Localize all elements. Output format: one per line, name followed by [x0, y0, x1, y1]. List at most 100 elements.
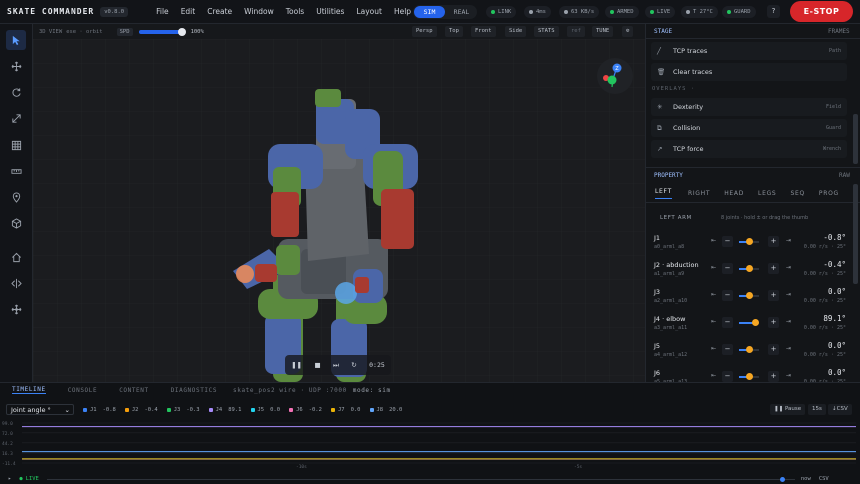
axis-gizmo[interactable]: Z	[597, 58, 633, 94]
stats-button[interactable]: STATS	[534, 26, 559, 37]
step-back-icon[interactable]: ⇤	[711, 291, 716, 298]
tab-property[interactable]: PROPERTY	[654, 172, 683, 179]
scale-tool-button[interactable]	[6, 108, 26, 128]
signal-select[interactable]: Joint angle ° ⌄	[6, 404, 74, 415]
scrub-track[interactable]	[46, 476, 795, 482]
joint-increment-button[interactable]: +	[768, 317, 779, 328]
joint-decrement-button[interactable]: −	[722, 371, 733, 382]
tab-stage[interactable]: STAGE	[654, 28, 672, 35]
ruler-tool-button[interactable]	[6, 161, 26, 181]
menu-edit[interactable]: Edit	[181, 7, 196, 16]
legend-item[interactable]: J3 -0.3	[166, 407, 200, 413]
clear-traces-row[interactable]: 🗑 Clear traces	[651, 63, 847, 81]
move-tool-button[interactable]	[6, 56, 26, 76]
menu-help[interactable]: Help	[394, 7, 411, 16]
menu-create[interactable]: Create	[207, 7, 232, 16]
property-scrollbar[interactable]	[853, 184, 858, 284]
robot-scene[interactable]: Z	[33, 39, 645, 382]
menu-file[interactable]: File	[156, 7, 169, 16]
legend-item[interactable]: J2 -0.4	[124, 407, 158, 413]
select-tool-button[interactable]	[6, 30, 26, 50]
view-persp-button[interactable]: Persp	[412, 26, 437, 37]
step-back-icon[interactable]: ⇤	[711, 237, 716, 244]
joint-slider-thumb[interactable]	[746, 238, 753, 245]
view-top-button[interactable]: Top	[445, 26, 463, 37]
rotate-tool-button[interactable]	[6, 82, 26, 102]
speed-slider-thumb[interactable]	[177, 27, 186, 36]
joint-slider-thumb[interactable]	[746, 373, 753, 380]
step-back-icon[interactable]: ⇤	[711, 264, 716, 271]
grid-tool-button[interactable]	[6, 135, 26, 155]
view-front-button[interactable]: Front	[471, 26, 496, 37]
step-forward-icon[interactable]: ⇥	[786, 372, 791, 379]
legend-item[interactable]: J8 20.0	[369, 407, 402, 413]
joint-increment-button[interactable]: +	[768, 344, 779, 355]
mode-sim-button[interactable]: SIM	[414, 6, 445, 18]
pause-button[interactable]: ❚❚	[291, 361, 302, 369]
stop-button[interactable]: ■	[314, 361, 320, 369]
help-button[interactable]: ?	[767, 5, 780, 18]
joint-slider-thumb[interactable]	[746, 346, 753, 353]
csv-export-button[interactable]: ↓CSV	[828, 404, 852, 415]
collision-row[interactable]: ⧉ Collision Guard	[651, 119, 847, 137]
step-back-icon[interactable]: ⇤	[711, 318, 716, 325]
legend-item[interactable]: J4 89.1	[208, 407, 242, 413]
tab-prog[interactable]: PROG	[819, 190, 839, 197]
step-back-icon[interactable]: ⇤	[711, 372, 716, 379]
stage-scrollbar[interactable]	[853, 114, 858, 164]
joint-slider-thumb[interactable]	[746, 265, 753, 272]
dexterity-row[interactable]: ✳ Dexterity Field	[651, 98, 847, 116]
joint-increment-button[interactable]: +	[768, 263, 779, 274]
viewport-settings-button[interactable]: ⚙	[622, 26, 634, 37]
tcp-force-row[interactable]: ↗ TCP force Wrench	[651, 140, 847, 158]
tab-raw[interactable]: RAW	[839, 172, 850, 179]
tab-frames[interactable]: FRAMES	[828, 28, 850, 35]
joint-increment-button[interactable]: +	[768, 290, 779, 301]
step-back-icon[interactable]: ⇤	[711, 345, 716, 352]
joint-decrement-button[interactable]: −	[722, 263, 733, 274]
ref-button[interactable]: ref	[567, 26, 585, 37]
step-forward-icon[interactable]: ⇥	[786, 237, 791, 244]
joint-slider-thumb[interactable]	[752, 319, 759, 326]
joint-decrement-button[interactable]: −	[722, 236, 733, 247]
step-forward-icon[interactable]: ⇥	[786, 291, 791, 298]
tab-content[interactable]: CONTENT	[119, 387, 149, 394]
object-tool-button[interactable]	[6, 213, 26, 233]
sim-real-toggle[interactable]: SIM REAL	[413, 5, 477, 19]
loop-button[interactable]: ↻	[351, 361, 356, 369]
legend-item[interactable]: J7 0.0	[330, 407, 361, 413]
menu-tools[interactable]: Tools	[286, 7, 304, 16]
tab-timeline[interactable]: TIMELINE	[12, 386, 46, 394]
window-select[interactable]: 15s	[808, 404, 826, 415]
tab-left[interactable]: LEFT	[655, 188, 672, 199]
step-forward-icon[interactable]: ⇥	[786, 264, 791, 271]
skip-button[interactable]: ⏭	[333, 361, 339, 370]
joint-decrement-button[interactable]: −	[722, 317, 733, 328]
status-csv[interactable]: CSV	[819, 476, 829, 482]
play-icon[interactable]: ▸	[8, 476, 11, 482]
tab-legs[interactable]: LEGS	[758, 190, 776, 197]
mirror-tool-button[interactable]	[6, 273, 26, 293]
joint-decrement-button[interactable]: −	[722, 344, 733, 355]
step-forward-icon[interactable]: ⇥	[786, 318, 791, 325]
legend-item[interactable]: J5 0.0	[250, 407, 280, 413]
joint-slider-thumb[interactable]	[746, 292, 753, 299]
legend-item[interactable]: J6 -0.2	[289, 407, 322, 413]
tab-seq[interactable]: SEQ	[790, 190, 804, 197]
joint-angle-chart[interactable]: 99.0 72.0 44.2 16.3 -11.4 -10s -5s	[0, 419, 860, 471]
menu-layout[interactable]: Layout	[356, 7, 382, 16]
joint-increment-button[interactable]: +	[768, 236, 779, 247]
expand-tool-button[interactable]	[6, 299, 26, 319]
menu-utilities[interactable]: Utilities	[316, 7, 344, 16]
tab-console[interactable]: CONSOLE	[68, 387, 98, 394]
tune-button[interactable]: TUNE	[592, 26, 614, 37]
menu-window[interactable]: Window	[244, 7, 274, 16]
speed-slider[interactable]	[138, 27, 186, 36]
legend-item[interactable]: J1 -0.8	[83, 407, 116, 413]
joint-decrement-button[interactable]: −	[722, 290, 733, 301]
3d-viewport[interactable]: 3D VIEW ese · orbit SPD 100% Persp Top F…	[33, 24, 645, 382]
view-side-button[interactable]: Side	[505, 26, 527, 37]
home-tool-button[interactable]	[6, 247, 26, 267]
pin-tool-button[interactable]	[6, 187, 26, 207]
pause-chart-button[interactable]: ❚❚ Pause	[770, 404, 806, 415]
